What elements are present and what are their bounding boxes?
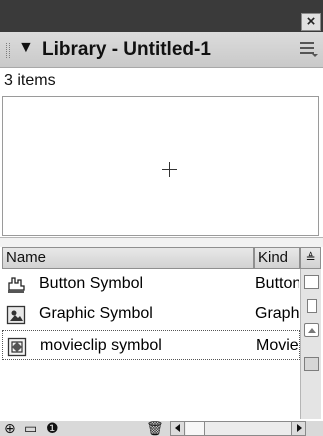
window-title-strip: × [0,0,323,32]
item-kind: Graphic [255,305,299,322]
delete-icon[interactable]: 🗑 [146,421,164,436]
item-name: Graphic Symbol [39,305,153,322]
movieclip-symbol-icon [7,337,27,357]
list-item[interactable]: Button Symbol Button [2,269,300,299]
library-panel: × ▼ Library - Untitled-1 3 items Name Ki… [0,0,323,436]
folder-toggle-icon[interactable] [307,299,317,313]
horizontal-scrollbar[interactable] [170,421,306,436]
list-item-selected[interactable]: movieclip symbol Movie Clip [2,330,300,360]
drag-grip-icon[interactable] [6,43,10,58]
library-item-list: Button Symbol Button Graphic Symbol Grap… [2,269,300,419]
sort-order-button[interactable]: ≜ [300,247,321,269]
bottom-toolbar: ⊕ ▭ ❶ 🗑 [0,421,323,436]
panel-options-icon[interactable] [300,42,318,57]
new-symbol-square-icon[interactable] [304,275,319,289]
properties-icon[interactable]: ❶ [46,421,59,436]
list-item[interactable]: Graphic Symbol Graphic [2,299,300,329]
items-count: 3 items [4,72,56,89]
item-kind: Button [255,275,299,292]
panel-header[interactable]: ▼ Library - Untitled-1 [0,32,323,68]
symbol-preview [2,96,319,236]
horizontal-scroll-thumb[interactable] [186,422,205,435]
scroll-thumb[interactable] [304,357,319,371]
close-icon[interactable]: × [301,13,321,31]
panel-title: Library - Untitled-1 [42,39,211,60]
collapse-triangle-icon[interactable]: ▼ [18,39,34,57]
scroll-up-arrow-icon[interactable] [304,323,319,337]
item-name: movieclip symbol [40,337,162,354]
graphic-symbol-icon [6,305,26,325]
button-symbol-icon [8,277,25,293]
vertical-scrollbar[interactable] [300,269,321,419]
new-symbol-icon[interactable]: ⊕ [4,421,16,436]
new-folder-icon[interactable]: ▭ [24,421,37,436]
item-kind: Movie Clip [256,337,300,354]
scroll-right-arrow-icon[interactable] [291,422,305,435]
crosshair-icon [162,162,177,177]
divider[interactable] [0,237,323,247]
column-header-name[interactable]: Name [2,247,254,269]
scroll-left-arrow-icon[interactable] [171,422,185,435]
column-header-kind[interactable]: Kind [254,247,300,269]
item-name: Button Symbol [39,275,144,292]
